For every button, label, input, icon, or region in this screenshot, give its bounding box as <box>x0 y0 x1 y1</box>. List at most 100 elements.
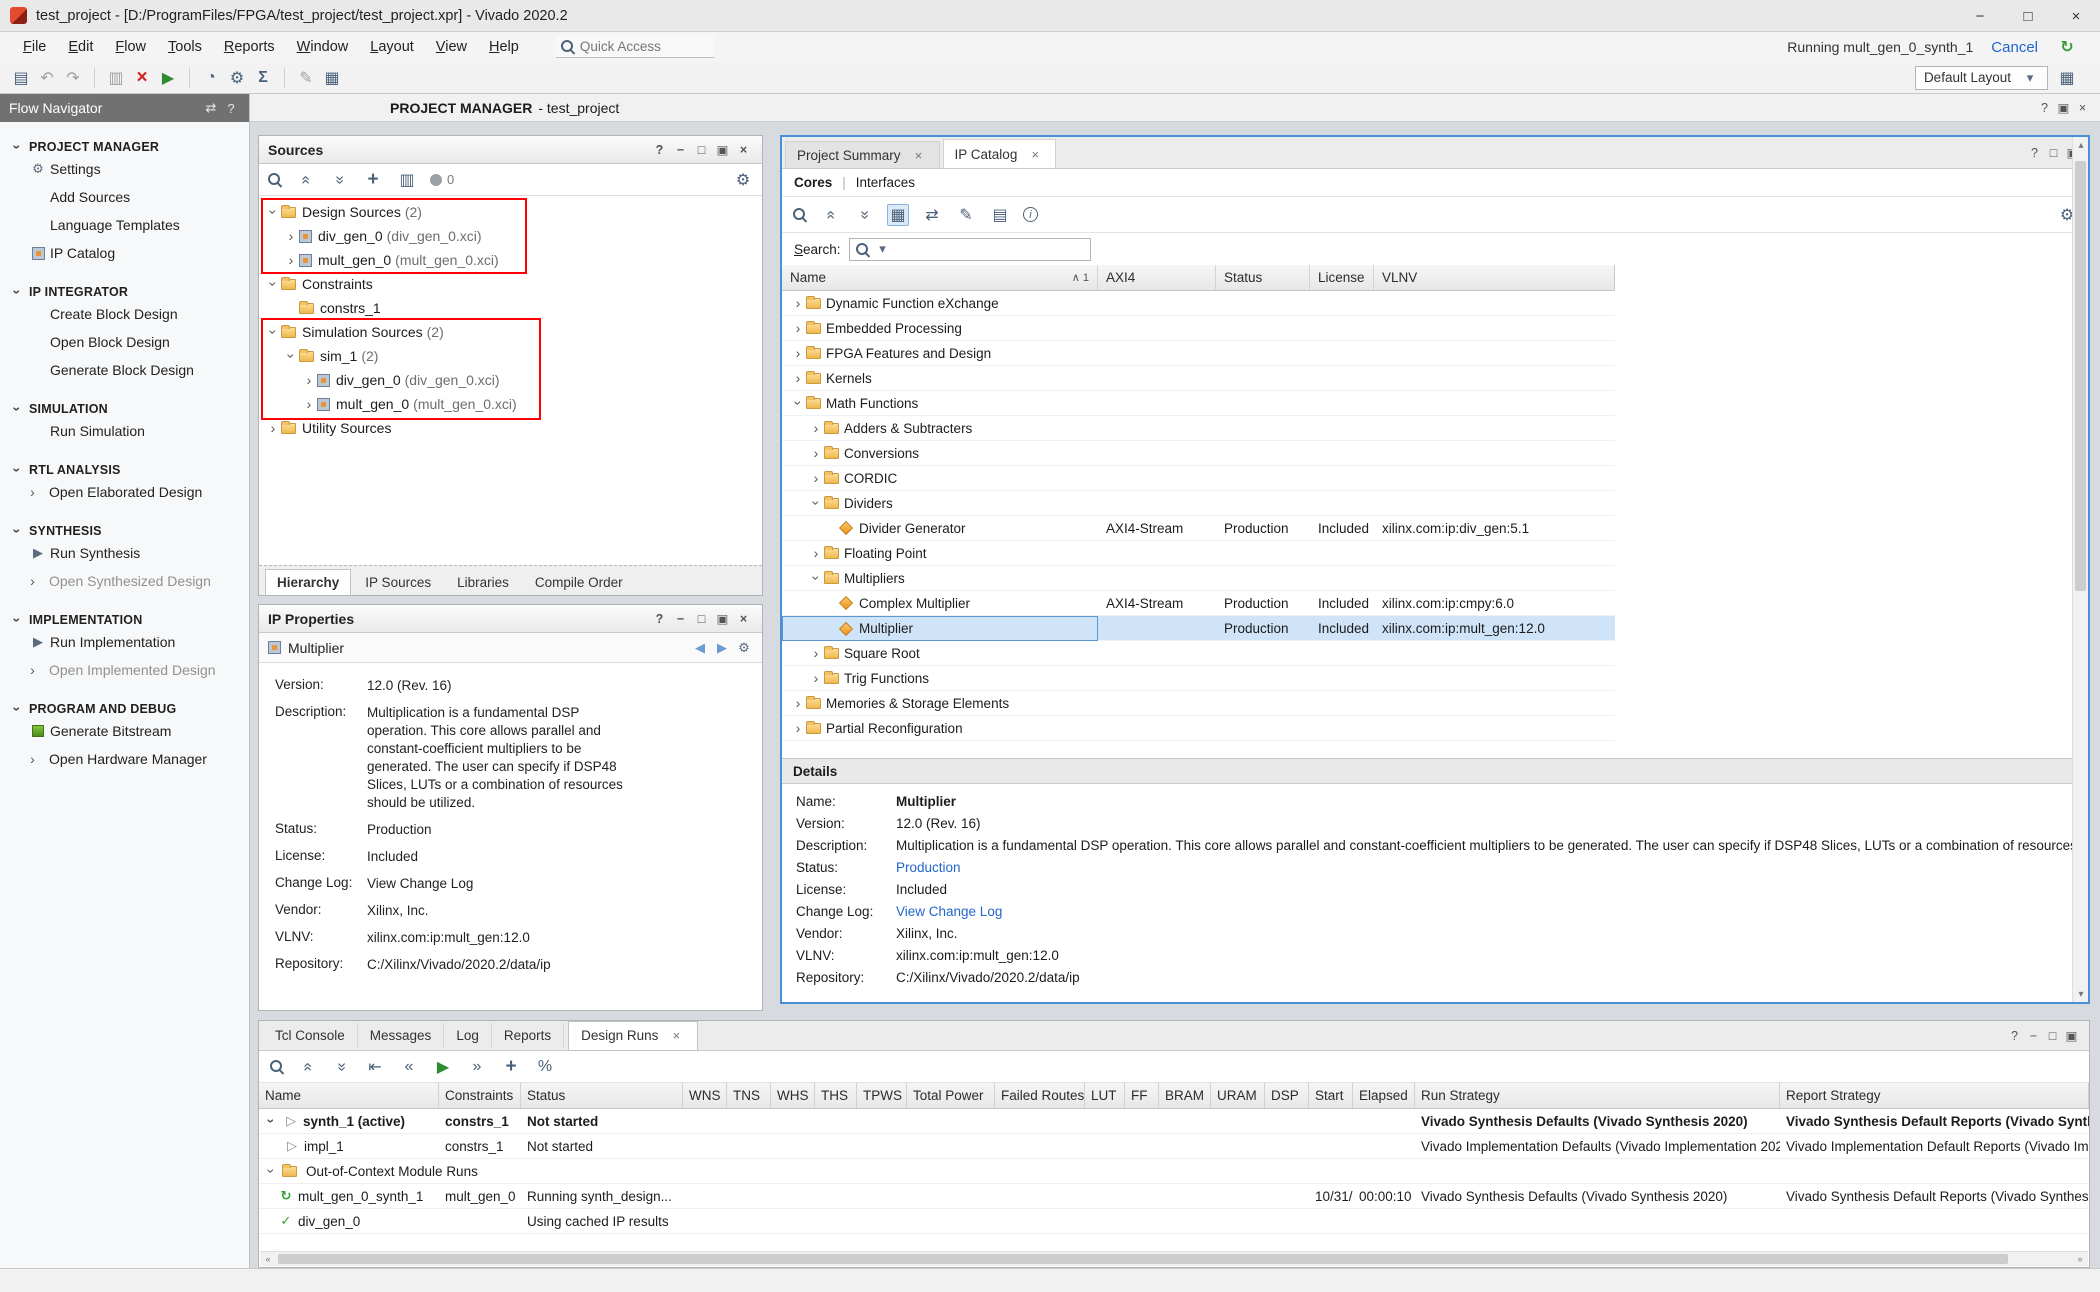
forward-icon[interactable] <box>713 639 731 657</box>
flownav-item-ip-catalog[interactable]: IP Catalog <box>0 239 249 267</box>
tab-ip-catalog[interactable]: IP Catalog <box>943 139 1057 168</box>
settings-gear-icon[interactable] <box>226 67 248 89</box>
menu-flow[interactable]: Flow <box>104 35 157 59</box>
flownav-item-create-block-design[interactable]: Create Block Design <box>0 300 249 328</box>
tree-item-design-sources[interactable]: Design Sources (2) <box>259 200 762 224</box>
tab-project-summary[interactable]: Project Summary <box>785 141 940 168</box>
catalog-table-header[interactable]: Name1 AXI4 Status License VLNV <box>782 265 1615 291</box>
scrollbar-thumb[interactable] <box>278 1254 2008 1264</box>
cancel-run-link[interactable]: Cancel <box>1991 39 2038 56</box>
tree-item-constrs-1[interactable]: constrs_1 <box>259 296 762 320</box>
tab-messages[interactable]: Messages <box>358 1023 445 1048</box>
menu-view[interactable]: View <box>425 35 478 59</box>
close-panel-icon[interactable] <box>734 609 753 628</box>
expander-icon[interactable] <box>263 1113 279 1129</box>
search-icon[interactable] <box>792 207 807 222</box>
maximize-panel-icon[interactable] <box>692 609 711 628</box>
catalog-category-row[interactable]: Embedded Processing <box>782 316 1615 341</box>
maximize-panel-icon[interactable] <box>2044 143 2063 162</box>
expander-icon[interactable] <box>790 320 806 336</box>
run-row-impl-1[interactable]: impl_1 constrs_1 Not started Vivado Impl… <box>259 1134 2089 1159</box>
minimize-panel-icon[interactable] <box>671 140 690 159</box>
maximize-panel-icon[interactable] <box>692 140 711 159</box>
flownav-item-add-sources[interactable]: Add Sources <box>0 183 249 211</box>
expander-icon[interactable] <box>301 396 317 412</box>
collapse-icon[interactable] <box>9 701 25 717</box>
undo-icon[interactable] <box>36 67 58 89</box>
help-icon[interactable] <box>2025 143 2044 162</box>
expander-icon[interactable] <box>790 295 806 311</box>
step-forward-icon[interactable] <box>466 1056 488 1078</box>
tree-item-simulation-sources[interactable]: Simulation Sources (2) <box>259 320 762 344</box>
dashboard-icon[interactable] <box>2056 67 2078 89</box>
runs-table-header[interactable]: NameConstraintsStatusWNSTNSWHSTHSTPWSTot… <box>259 1083 2089 1109</box>
redo-icon[interactable] <box>62 67 84 89</box>
flownav-item-run-simulation[interactable]: Run Simulation <box>0 417 249 445</box>
close-tab-icon[interactable] <box>910 146 928 164</box>
run-icon[interactable] <box>157 67 179 89</box>
tab-tcl-console[interactable]: Tcl Console <box>263 1023 358 1048</box>
help-icon[interactable] <box>222 99 240 117</box>
subtab-interfaces[interactable]: Interfaces <box>856 175 915 190</box>
menu-tools[interactable]: Tools <box>157 35 213 59</box>
tab-log[interactable]: Log <box>444 1023 492 1048</box>
collapse-icon[interactable] <box>9 523 25 539</box>
expand-all-icon[interactable] <box>328 169 350 191</box>
expander-icon[interactable] <box>263 1163 279 1179</box>
float-panel-icon[interactable] <box>713 140 732 159</box>
catalog-category-row[interactable]: Multipliers <box>782 566 1615 591</box>
subtab-cores[interactable]: Cores <box>794 175 832 190</box>
scroll-up-icon[interactable] <box>2073 137 2089 153</box>
catalog-category-row[interactable]: Dividers <box>782 491 1615 516</box>
catalog-category-row[interactable]: Kernels <box>782 366 1615 391</box>
run-row-div-gen-0[interactable]: div_gen_0 Using cached IP results <box>259 1209 2089 1234</box>
expand-all-icon[interactable] <box>853 204 875 226</box>
catalog-ip-row-divider-generator[interactable]: Divider GeneratorAXI4-StreamProductionIn… <box>782 516 1615 541</box>
flownav-item-run-implementation[interactable]: Run Implementation <box>0 628 249 656</box>
catalog-ip-row-complex-multiplier[interactable]: Complex MultiplierAXI4-StreamProductionI… <box>782 591 1615 616</box>
flownav-item-language-templates[interactable]: Language Templates <box>0 211 249 239</box>
settings-gear-icon[interactable] <box>732 169 754 191</box>
detail-status-link[interactable]: Production <box>896 860 961 875</box>
minimize-panel-icon[interactable] <box>2024 1026 2043 1045</box>
create-run-icon[interactable] <box>500 1056 522 1078</box>
flownav-section-project-manager[interactable]: PROJECT MANAGER <box>0 139 249 155</box>
save-project-icon[interactable] <box>10 67 32 89</box>
scroll-right-icon[interactable] <box>2072 1252 2088 1266</box>
menu-layout[interactable]: Layout <box>359 35 425 59</box>
status-link[interactable]: Production <box>367 821 629 839</box>
catalog-category-row[interactable]: Adders & Subtracters <box>782 416 1615 441</box>
menu-help[interactable]: Help <box>478 35 530 59</box>
expander-icon[interactable] <box>265 204 281 220</box>
close-tab-icon[interactable] <box>667 1027 685 1045</box>
catalog-search-input[interactable] <box>849 238 1091 261</box>
catalog-category-row[interactable]: FPGA Features and Design <box>782 341 1615 366</box>
flownav-item-open-implemented-design[interactable]: Open Implemented Design <box>0 656 249 684</box>
quick-access-input[interactable] <box>580 39 695 54</box>
sum-icon[interactable] <box>252 67 274 89</box>
help-icon[interactable] <box>650 140 669 159</box>
help-icon[interactable] <box>2005 1026 2024 1045</box>
edit-icon[interactable] <box>295 67 317 89</box>
minimize-panel-icon[interactable] <box>671 609 690 628</box>
flownav-section-program-and-debug[interactable]: PROGRAM AND DEBUG <box>0 701 249 717</box>
expander-icon[interactable] <box>808 670 824 686</box>
help-icon[interactable] <box>650 609 669 628</box>
expander-icon[interactable] <box>808 570 824 586</box>
flownav-section-implementation[interactable]: IMPLEMENTATION <box>0 612 249 628</box>
flownav-item-run-synthesis[interactable]: Run Synthesis <box>0 539 249 567</box>
tab-design-runs[interactable]: Design Runs <box>568 1021 698 1051</box>
catalog-category-row[interactable]: Floating Point <box>782 541 1615 566</box>
search-icon[interactable] <box>269 1059 284 1074</box>
catalog-category-row[interactable]: Conversions <box>782 441 1615 466</box>
quick-access-search[interactable] <box>556 36 714 58</box>
expander-icon[interactable] <box>808 645 824 661</box>
step-back-icon[interactable] <box>398 1056 420 1078</box>
add-sources-icon[interactable] <box>362 169 384 191</box>
expander-icon[interactable] <box>265 276 281 292</box>
expander-icon[interactable] <box>790 395 806 411</box>
run-row-out-of-context-group[interactable]: Out-of-Context Module Runs <box>259 1159 2089 1184</box>
tab-compile-order[interactable]: Compile Order <box>523 569 635 595</box>
collapse-icon[interactable] <box>9 462 25 478</box>
flownav-item-settings[interactable]: Settings <box>0 155 249 183</box>
